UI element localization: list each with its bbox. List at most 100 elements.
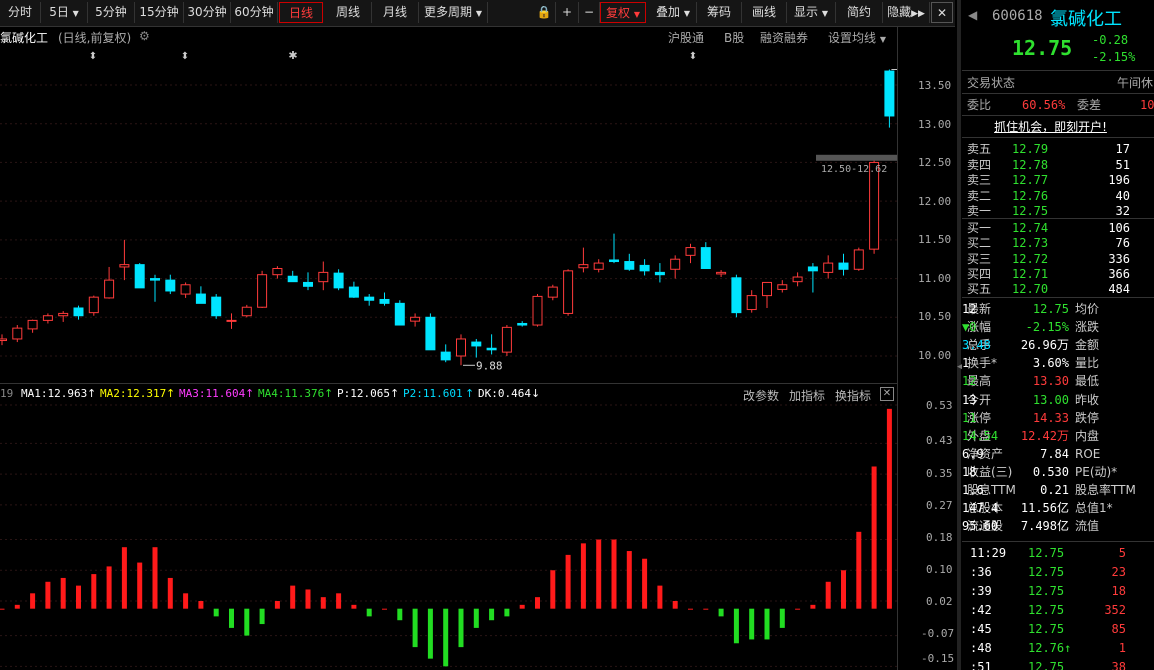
candle-body: [547, 286, 558, 298]
promo-link[interactable]: 抓住机会，即刻开户!: [994, 120, 1107, 134]
panel-splitter[interactable]: ◀: [957, 0, 964, 670]
indicator-bar: [810, 604, 816, 609]
candle-body: [807, 266, 818, 272]
stat-value: 13.00: [1032, 392, 1069, 407]
candlestick-chart[interactable]: ⬍⬍⬍✱13.709.8812.50-12.62: [0, 47, 897, 383]
stat-label: 总值1*: [1075, 501, 1113, 516]
indicator-histogram[interactable]: [0, 400, 897, 670]
buy-level-row: 买五 12.70 484: [962, 280, 1154, 298]
back-arrow-icon[interactable]: ◀: [968, 8, 977, 22]
stock-name: 氯碱化工: [1050, 9, 1122, 30]
weibi-label: 委比: [967, 98, 992, 112]
tick-time: :39: [970, 584, 992, 598]
indicator-bar: [779, 608, 785, 628]
period-60min-button[interactable]: 60分钟: [231, 2, 278, 23]
b-share-link[interactable]: B股: [724, 29, 744, 46]
indicator-bar: [305, 589, 311, 609]
zoom-in-icon[interactable]: +: [556, 2, 579, 23]
period-5day-button[interactable]: 5日 ▼: [41, 2, 88, 23]
indicator-bar: [718, 608, 724, 617]
candle-body: [272, 268, 283, 276]
tick-time: :42: [970, 603, 992, 617]
tick-price: 12.75: [1028, 660, 1065, 670]
indicator-bar: [412, 608, 418, 648]
indicator-bar: [580, 543, 586, 609]
period-weekly-button[interactable]: 周线: [325, 2, 372, 23]
indicator-bar: [137, 562, 143, 609]
tick-volume: 18: [1111, 584, 1126, 598]
overlay-dropdown[interactable]: 叠加 ▼: [650, 2, 697, 23]
period-daily-button[interactable]: 日线: [279, 2, 323, 23]
settings-gear-icon[interactable]: ⚙: [139, 29, 150, 43]
stat-row: 最高 13.30 最低 12: [962, 372, 1154, 390]
low-label: 9.88: [476, 359, 503, 372]
period-15min-button[interactable]: 15分钟: [135, 2, 184, 23]
display-dropdown[interactable]: 显示 ▼: [787, 2, 836, 23]
stat-value: 14.54: [962, 428, 999, 443]
promo-banner[interactable]: 抓住机会，即刻开户!: [962, 118, 1154, 136]
candle-body: [853, 249, 864, 270]
indicator-bar: [152, 547, 158, 609]
zoom-out-icon[interactable]: −: [579, 2, 600, 23]
event-marker-icon: ⬍: [89, 51, 97, 62]
stat-value: 13: [962, 392, 977, 407]
weibi-row: 委比 60.56% 委差 10: [962, 96, 1154, 114]
candle-body: [379, 298, 390, 304]
candle-body: [884, 70, 895, 117]
period-5min-button[interactable]: 5分钟: [88, 2, 135, 23]
period-monthly-button[interactable]: 月线: [372, 2, 419, 23]
stat-label: 量比: [1075, 356, 1100, 371]
close-icon[interactable]: ✕: [931, 2, 953, 23]
candle-body: [0, 338, 7, 342]
price-tick: 13.00: [918, 118, 952, 131]
arrow-up-icon: ↑: [324, 387, 334, 400]
stat-row: 总股本 11.56亿 总值1* 147.4: [962, 499, 1154, 517]
stat-row: 收益(三) 0.530 PE(动)* 18: [962, 463, 1154, 481]
candle-body: [456, 338, 466, 357]
candle-body: [42, 315, 53, 321]
lock-icon[interactable]: 🔒: [533, 2, 556, 23]
candle-body: [58, 312, 69, 317]
tick-volume: 23: [1111, 565, 1126, 579]
tick-time: :45: [970, 622, 992, 636]
indicator-bar: [336, 593, 342, 609]
more-periods-button[interactable]: 更多周期 ▼: [419, 2, 488, 23]
stat-value: 12: [962, 302, 977, 316]
candle-body: [700, 247, 711, 270]
indicator-prefix: 19: [0, 387, 14, 400]
price-change: -0.28: [1092, 33, 1129, 47]
arrow-up-icon: ↑: [245, 387, 255, 400]
stat-value: 95.60: [962, 519, 999, 534]
margin-trading-link[interactable]: 融资融券: [760, 29, 808, 46]
stat-value: 1: [962, 356, 970, 371]
close-icon[interactable]: ✕: [880, 387, 894, 401]
indicator-bar: [351, 604, 357, 609]
indicator-bar: [871, 466, 877, 609]
indicator-bar: [60, 577, 66, 609]
set-ma-link[interactable]: 设置均线 ▼: [828, 29, 886, 46]
simple-mode-button[interactable]: 简约: [836, 2, 883, 23]
period-fenshi-button[interactable]: 分时: [0, 2, 41, 23]
stat-value: -2.15%: [1025, 320, 1069, 335]
draw-line-button[interactable]: 画线: [742, 2, 787, 23]
chips-button[interactable]: 筹码: [697, 2, 742, 23]
indicator-bar: [458, 608, 464, 648]
period-30min-button[interactable]: 30分钟: [184, 2, 231, 23]
fuquan-dropdown[interactable]: 复权 ▼: [600, 2, 646, 23]
stat-value: 6.9: [962, 446, 984, 461]
hk-connect-link[interactable]: 沪股通: [668, 29, 704, 46]
indicator-bar: [106, 566, 112, 609]
stat-value: 0.21: [1040, 483, 1069, 497]
hide-button[interactable]: 隐藏▶▶: [883, 2, 930, 23]
candle-body: [211, 296, 222, 317]
chevron-down-icon: ▼: [475, 9, 482, 18]
stat-value: 13.30: [1032, 374, 1069, 389]
tick-row: :48 12.76↑ 1: [962, 639, 1154, 657]
arrow-up-icon: ↑: [390, 387, 400, 400]
chart-title-bar: 氯碱化工 (日线,前复权) ⚙ 沪股通 B股 融资融券 设置均线 ▼: [0, 27, 897, 47]
indicator-bar: [764, 608, 770, 640]
stat-value: 11: [962, 410, 977, 425]
indicator-bar: [733, 608, 739, 644]
stat-value: 12.42万: [1020, 428, 1069, 443]
ma3-value: MA3:11.604: [179, 387, 246, 400]
